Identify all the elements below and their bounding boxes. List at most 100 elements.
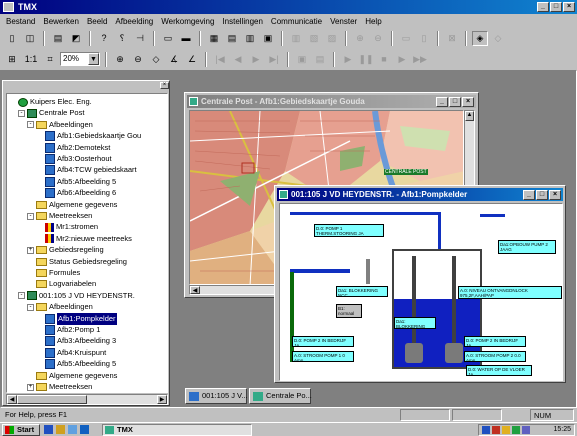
tree-item[interactable]: - Centrale Post: [18, 107, 84, 119]
folder-icon[interactable]: [56, 425, 65, 434]
tree-item[interactable]: Afb1:Pompkelder: [36, 312, 117, 325]
tree-item[interactable]: Logvariabelen: [27, 278, 96, 290]
tree-item[interactable]: Afb4:TCW gebiedskaart: [36, 164, 137, 176]
tree-item[interactable]: Mr1:stromen: [36, 221, 98, 233]
tree-item[interactable]: Status Gebiedsregeling: [27, 256, 127, 268]
panel-close-icon[interactable]: ×: [160, 82, 169, 89]
level-status[interactable]: A.0: NIVEAU ONTVANGDNLOCK 975,2F,AAH/PAP: [458, 286, 562, 299]
scroll-up-icon[interactable]: ▲: [465, 111, 474, 121]
pump2-running-left[interactable]: D.0: POMP 2 IN BEDRIJF JA: [292, 336, 354, 347]
print-preview-icon[interactable]: ◩: [68, 31, 84, 46]
angle-icon[interactable]: ∠: [184, 52, 200, 67]
collapse-icon[interactable]: -: [27, 121, 34, 129]
desktop-icon[interactable]: [80, 425, 89, 434]
collapse-icon[interactable]: -: [27, 303, 34, 311]
layout-3-icon[interactable]: ▥: [242, 31, 258, 46]
save-disabled-icon[interactable]: ▣: [294, 52, 310, 67]
tree-item[interactable]: Algemene gegevens: [27, 199, 117, 211]
pump-2[interactable]: [445, 343, 463, 363]
expand-icon[interactable]: +: [27, 383, 34, 391]
play-icon[interactable]: ▶: [340, 52, 356, 67]
b1-status[interactable]: B1: normaal: [336, 304, 362, 318]
help-icon[interactable]: ?: [96, 31, 112, 46]
zoom-select[interactable]: 20% ▼: [60, 52, 100, 66]
pump-1[interactable]: [405, 343, 423, 363]
scroll-left-icon[interactable]: ◀: [7, 395, 17, 404]
minus-window-icon[interactable]: ▬: [178, 31, 194, 46]
pompkelder-window[interactable]: 001:105 J VD HEYDENSTR. - Afb1:Pompkelde…: [274, 185, 566, 383]
tree-item[interactable]: Afb3:Oosterhout: [36, 153, 112, 165]
start-button[interactable]: Start: [2, 424, 40, 436]
network-icon[interactable]: [482, 426, 490, 434]
water-on-floor-status[interactable]: D.0: WATER OP DE VLOER JA: [466, 365, 532, 376]
collapse-icon[interactable]: -: [27, 212, 34, 220]
forward-icon[interactable]: ▶▶: [412, 52, 428, 67]
disabled-tool-4-icon[interactable]: ▭: [398, 31, 414, 46]
win2-maximize-button[interactable]: □: [536, 190, 548, 200]
tree-item[interactable]: Afb5:Afbeelding 5: [36, 358, 116, 370]
context-help-icon[interactable]: ⸮: [114, 31, 130, 46]
print-icon[interactable]: ▤: [50, 31, 66, 46]
disabled-tool-1-icon[interactable]: ▥: [288, 31, 304, 46]
tree-item[interactable]: Formules: [27, 267, 80, 279]
browser-icon[interactable]: [44, 425, 53, 434]
stop-icon[interactable]: ■: [376, 52, 392, 67]
volume-icon[interactable]: [502, 426, 510, 434]
zoom-out-disabled-icon[interactable]: ⊖: [370, 31, 386, 46]
pause-icon[interactable]: ❚❚: [358, 52, 374, 67]
toggle-tool-icon[interactable]: ◈: [472, 30, 488, 46]
tree-item[interactable]: Afb1:Gebiedskaartje Gou: [36, 130, 141, 142]
menu-venster[interactable]: Venster: [326, 17, 361, 26]
next-icon[interactable]: ▶: [248, 52, 264, 67]
tree-item[interactable]: + Gebiedsregeling: [27, 244, 104, 256]
tree-item[interactable]: - Afbeeldingen: [27, 301, 93, 313]
collapse-icon[interactable]: -: [18, 292, 25, 300]
maximize-button[interactable]: □: [550, 2, 562, 12]
taskbar-tmx-button[interactable]: TMX: [102, 424, 252, 436]
map-station-label[interactable]: CENTRALE POST: [384, 169, 428, 175]
layout-1-icon[interactable]: ▦: [206, 31, 222, 46]
zoom-out-icon[interactable]: ⊖: [130, 52, 146, 67]
disabled-tool-6-icon[interactable]: ⊠: [444, 31, 460, 46]
blocking-status-center[interactable]: Da1: BLOKKERING NCC: [394, 317, 436, 329]
zoom-in-icon[interactable]: ⊕: [112, 52, 128, 67]
tree-item[interactable]: Kuipers Elec. Eng.: [9, 96, 92, 108]
first-icon[interactable]: |◀: [212, 52, 228, 67]
process-diagram[interactable]: D.0: POMP 1 THERM.STOORING JA Da1:OPBOUW…: [279, 203, 563, 381]
grid-icon[interactable]: ⊞: [4, 52, 20, 67]
scroll-left-icon[interactable]: ◀: [190, 286, 200, 294]
menu-bestand[interactable]: Bestand: [2, 17, 39, 26]
tree-item[interactable]: Afb5:Afbeelding 5: [36, 176, 116, 188]
collapse-icon[interactable]: -: [18, 109, 25, 117]
win1-maximize-button[interactable]: □: [449, 97, 461, 107]
disabled-tool-5-icon[interactable]: ▯: [416, 31, 432, 46]
pompkelder-titlebar[interactable]: 001:105 J VD HEYDENSTR. - Afb1:Pompkelde…: [277, 188, 563, 201]
outlook-icon[interactable]: [68, 425, 77, 434]
step-icon[interactable]: ▶: [394, 52, 410, 67]
win1-minimize-button[interactable]: _: [436, 97, 448, 107]
win2-close-button[interactable]: ×: [549, 190, 561, 200]
new-icon[interactable]: ▯: [4, 31, 20, 46]
win2-minimize-button[interactable]: _: [523, 190, 535, 200]
tree-item[interactable]: Afb3:Afbeelding 3: [36, 335, 116, 347]
open-icon[interactable]: ◫: [22, 31, 38, 46]
pump1-thermal-status[interactable]: D.0: POMP 1 THERM.STOORING JA: [314, 224, 384, 237]
layout-2-icon[interactable]: ▤: [224, 31, 240, 46]
window-icon[interactable]: ▭: [160, 31, 176, 46]
chevron-down-icon[interactable]: ▼: [88, 53, 99, 65]
project-tree[interactable]: Kuipers Elec. Eng. - Centrale Post - Afbeeld…: [6, 93, 168, 393]
layout-4-icon[interactable]: ▣: [260, 31, 276, 46]
menu-afbeelding[interactable]: Afbeelding: [111, 17, 157, 26]
tree-item[interactable]: - 001:105 J VD HEYDENSTR.: [18, 290, 135, 302]
fit-icon[interactable]: ⌗: [42, 52, 58, 67]
tree-item[interactable]: + Meetreeksen: [27, 381, 92, 392]
shape-icon[interactable]: ◇: [148, 52, 164, 67]
scroll-thumb[interactable]: [17, 395, 87, 404]
tree-item[interactable]: Afb4:Kruispunt: [36, 347, 106, 359]
pump2-current[interactable]: A.0: STROOM POMP 2 0.0 Amp: [464, 351, 526, 362]
blocking-status-left[interactable]: Da1: BLOKKERING NCC: [336, 286, 388, 297]
tray-app-icon[interactable]: [512, 426, 520, 434]
menu-beeld[interactable]: Beeld: [83, 17, 111, 26]
scroll-right-icon[interactable]: ▶: [157, 395, 167, 404]
antivirus-icon[interactable]: [492, 426, 500, 434]
